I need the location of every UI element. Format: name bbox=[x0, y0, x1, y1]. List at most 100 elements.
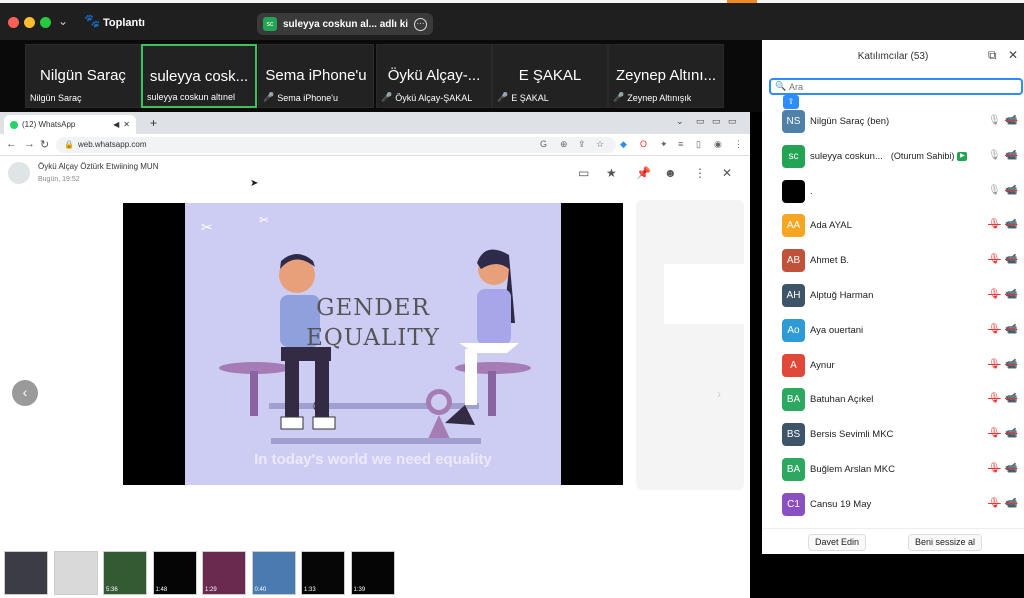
mic-muted-icon[interactable]: 🎙 bbox=[988, 393, 1001, 404]
minimize-icon[interactable]: ▭ bbox=[696, 116, 705, 127]
fullscreen-window-button[interactable] bbox=[40, 17, 51, 28]
popout-icon[interactable]: ⧉ bbox=[988, 48, 997, 63]
next-media-preview[interactable] bbox=[636, 200, 744, 490]
participant-list: NS Nilgün Saraç (ben) 🎙 📹 sc suleyya coskun..… bbox=[762, 105, 1024, 523]
participant-search[interactable]: 🔍 bbox=[769, 78, 1023, 95]
mic-icon[interactable]: 🎙 bbox=[988, 115, 1001, 126]
media-thumbnail[interactable]: 1:48 bbox=[152, 551, 197, 595]
reload-icon[interactable]: ↻ bbox=[40, 138, 49, 151]
camera-off-icon[interactable]: 📹 bbox=[1005, 115, 1017, 126]
close-viewer-icon[interactable]: ✕ bbox=[722, 166, 732, 180]
sidebar-icon[interactable]: ▯ bbox=[696, 139, 701, 150]
share-icon[interactable]: ⇪ bbox=[578, 139, 586, 150]
chevron-down-icon[interactable]: ⌄ bbox=[676, 116, 684, 127]
close-panel-icon[interactable]: ✕ bbox=[1008, 48, 1018, 62]
new-tab-button[interactable]: + bbox=[150, 116, 157, 130]
reading-list-icon[interactable]: ≡ bbox=[678, 139, 683, 149]
zoom-icon[interactable]: ⊕ bbox=[560, 139, 568, 150]
media-thumbnail[interactable] bbox=[53, 551, 98, 595]
mic-muted-icon[interactable]: 🎙 bbox=[988, 359, 1001, 370]
chat-icon[interactable]: ▭ bbox=[578, 166, 589, 180]
next-media-button[interactable]: › bbox=[708, 383, 730, 405]
mic-muted-icon[interactable]: 🎙 bbox=[988, 219, 1001, 230]
mic-muted-icon[interactable]: 🎙 bbox=[988, 498, 1001, 509]
media-thumbnail[interactable]: 1:29 bbox=[202, 551, 246, 595]
restore-icon[interactable]: ▭ bbox=[712, 116, 721, 127]
video-tile-label-text: Nilgün Saraç bbox=[30, 93, 82, 103]
extension-icon[interactable]: ◆ bbox=[620, 139, 627, 150]
participant-row[interactable]: C1 Cansu 19 May 🎙 📹 bbox=[762, 488, 1024, 523]
emoji-icon[interactable]: ☻ bbox=[664, 166, 677, 180]
more-options-icon[interactable]: ⋯ bbox=[414, 17, 427, 31]
puzzle-icon[interactable]: ✦ bbox=[660, 139, 668, 150]
mic-muted-icon[interactable]: 🎙 bbox=[988, 324, 1001, 335]
back-arrow-icon[interactable]: ← bbox=[6, 138, 17, 150]
mute-me-button[interactable]: Beni sessize al bbox=[908, 534, 983, 551]
google-icon[interactable]: G bbox=[540, 139, 547, 149]
close-window-button[interactable] bbox=[8, 17, 19, 28]
participant-row[interactable]: A Aynur 🎙 📹 bbox=[762, 349, 1024, 384]
media-thumbnail[interactable]: 1:33 bbox=[301, 551, 345, 595]
invite-button[interactable]: Davet Edin bbox=[808, 534, 867, 551]
video-tile[interactable]: Sema iPhone'u 🎤 Sema iPhone'u bbox=[258, 44, 374, 108]
bookmark-star-icon[interactable]: ☆ bbox=[596, 139, 604, 150]
mic-muted-icon[interactable]: 🎙 bbox=[988, 254, 1001, 265]
camera-off-icon[interactable]: 📹 bbox=[1005, 150, 1017, 161]
more-options-icon[interactable]: ⋮ bbox=[694, 166, 706, 180]
media-thumbnail[interactable] bbox=[4, 551, 48, 595]
browser-tab-whatsapp[interactable]: (12) WhatsApp ◀ ✕ bbox=[4, 115, 136, 134]
video-tile[interactable]: suleyya cosk... suleyya coskun altınel bbox=[141, 44, 257, 108]
camera-off-icon[interactable]: 📹 bbox=[1005, 393, 1017, 404]
video-tile[interactable]: Zeynep Altını... 🎤 Zeynep Altınışık bbox=[608, 44, 724, 108]
participant-name-text: Bersis Sevimli MKC bbox=[810, 429, 894, 441]
camera-off-icon[interactable]: 📹 bbox=[1005, 498, 1017, 509]
participant-row[interactable]: AB Ahmet B. 🎙 📹 bbox=[762, 244, 1024, 279]
video-player[interactable]: ✂ ✂ GENDER EQUALITY In today's world we … bbox=[123, 203, 623, 485]
participant-row[interactable]: AH Alptuğ Harman 🎙 📹 bbox=[762, 279, 1024, 314]
media-thumbnail[interactable]: 5:36 bbox=[103, 551, 147, 595]
mic-muted-icon[interactable]: 🎙 bbox=[988, 289, 1001, 300]
participant-row[interactable]: BS Bersis Sevimli MKC 🎙 📹 bbox=[762, 418, 1024, 453]
address-bar[interactable]: 🔒 web.whatsapp.com bbox=[56, 137, 616, 153]
chevron-down-icon[interactable]: ⌄ bbox=[58, 14, 68, 28]
mic-muted-icon[interactable]: 🎙 bbox=[988, 463, 1001, 474]
previous-media-button[interactable]: ‹ bbox=[12, 380, 38, 406]
camera-off-icon[interactable]: 📹 bbox=[1005, 254, 1017, 265]
media-thumbnail[interactable]: 1:39 bbox=[350, 551, 395, 595]
opera-icon[interactable]: O bbox=[640, 139, 647, 149]
camera-off-icon[interactable]: 📹 bbox=[1005, 324, 1017, 335]
mic-icon[interactable]: 🎙 bbox=[988, 150, 1001, 161]
video-tile[interactable]: E ŞAKAL 🎤 E ŞAKAL bbox=[492, 44, 608, 108]
media-thumbnail[interactable]: 0:40 bbox=[251, 551, 296, 595]
participant-row[interactable]: . 🎙 📹 bbox=[762, 175, 1024, 210]
minimize-window-button[interactable] bbox=[24, 17, 35, 28]
menu-icon[interactable]: ⋮ bbox=[734, 139, 743, 150]
video-tile[interactable]: Öykü Alçay-... 🎤 Öykü Alçay-ŞAKAL bbox=[376, 44, 492, 108]
participant-row[interactable]: BA Batuhan Açıkel 🎙 📹 bbox=[762, 383, 1024, 418]
participant-name-text: Alptuğ Harman bbox=[810, 289, 874, 301]
forward-arrow-icon[interactable]: → bbox=[24, 138, 35, 150]
mic-icon[interactable]: 🎙 bbox=[988, 185, 1001, 196]
camera-off-icon[interactable]: 📹 bbox=[1005, 289, 1017, 300]
participant-row[interactable]: NS Nilgün Saraç (ben) 🎙 📹 bbox=[762, 105, 1024, 140]
video-tile[interactable]: Nilgün Saraç Nilgün Saraç bbox=[25, 44, 141, 108]
camera-off-icon[interactable]: 📹 bbox=[1005, 219, 1017, 230]
screen-share-indicator[interactable]: sc suleyya coskun al... adlı kişinin ⋯ bbox=[257, 13, 433, 35]
participant-search-input[interactable] bbox=[789, 81, 989, 93]
participant-row[interactable]: sc suleyya coskun... (Oturum Sahibi) ▶ 🎙 📹 bbox=[762, 140, 1024, 175]
speaker-icon[interactable]: ◀ bbox=[113, 120, 119, 129]
camera-off-icon[interactable]: 📹 bbox=[1005, 185, 1017, 196]
camera-off-icon[interactable]: 📹 bbox=[1005, 359, 1017, 370]
mic-muted-icon[interactable]: 🎙 bbox=[988, 428, 1001, 439]
participant-row[interactable]: BA Buğlem Arslan MKC 🎙 📹 bbox=[762, 453, 1024, 488]
star-icon[interactable]: ★ bbox=[606, 166, 617, 180]
participant-row[interactable]: Ao Aya ouertani 🎙 📹 bbox=[762, 314, 1024, 349]
participant-row[interactable]: AA Ada AYAL 🎙 📹 bbox=[762, 209, 1024, 244]
camera-off-icon[interactable]: 📹 bbox=[1005, 463, 1017, 474]
close-icon[interactable]: ▭ bbox=[728, 116, 737, 127]
video-tile-label-text: E ŞAKAL bbox=[511, 92, 549, 103]
camera-off-icon[interactable]: 📹 bbox=[1005, 428, 1017, 439]
close-tab-icon[interactable]: ✕ bbox=[123, 120, 130, 129]
profile-icon[interactable]: ◉ bbox=[714, 139, 722, 150]
pin-icon[interactable]: 📌 bbox=[636, 166, 651, 180]
